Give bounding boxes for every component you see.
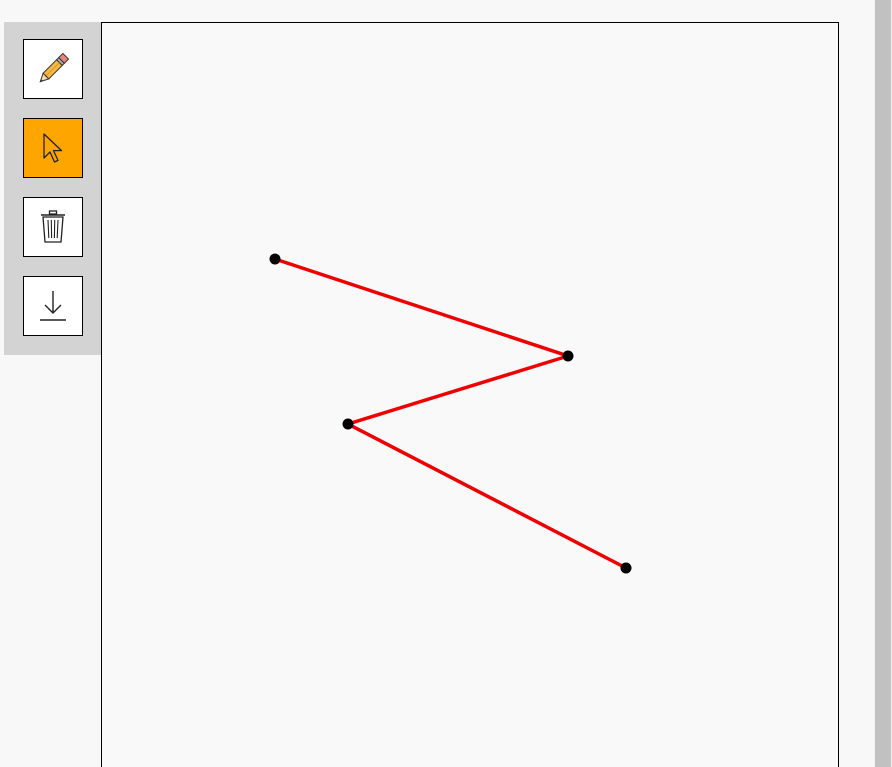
vertical-scrollbar[interactable]	[874, 0, 892, 767]
pencil-icon	[39, 52, 70, 83]
vertex-point[interactable]	[620, 562, 632, 574]
toolbar	[4, 22, 102, 355]
download-tool-button[interactable]	[23, 276, 83, 336]
pencil-tool-button[interactable]	[23, 39, 83, 99]
drawing-app	[0, 0, 892, 767]
polyline-path[interactable]	[274, 257, 627, 570]
drawing-canvas[interactable]	[101, 22, 839, 767]
trash-icon	[41, 210, 65, 243]
select-tool-button[interactable]	[23, 118, 83, 178]
vertex-point[interactable]	[342, 418, 354, 430]
download-icon	[40, 291, 66, 321]
vertex-point[interactable]	[562, 350, 574, 362]
drawing-surface	[269, 253, 632, 574]
delete-tool-button[interactable]	[23, 197, 83, 257]
scrollbar-thumb[interactable]	[875, 0, 891, 767]
cursor-arrow-icon	[43, 133, 63, 163]
vertex-point[interactable]	[269, 253, 281, 265]
